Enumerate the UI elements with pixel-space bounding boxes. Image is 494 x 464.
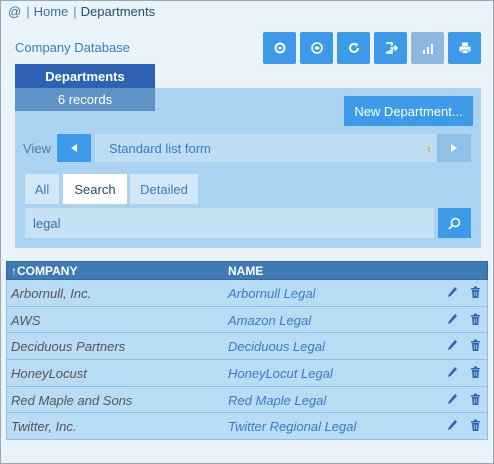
- table-row[interactable]: HoneyLocust HoneyLocut Legal: [6, 360, 488, 387]
- search-button[interactable]: [438, 208, 471, 238]
- breadcrumb-current: Departments: [80, 4, 156, 19]
- company-cell: Deciduous Partners: [11, 339, 126, 355]
- home-link-icon[interactable]: @: [8, 4, 21, 19]
- search-input[interactable]: [25, 208, 434, 238]
- sync-icon: [310, 42, 323, 54]
- trash-icon[interactable]: [470, 366, 481, 382]
- breadcrumb-separator: |: [26, 4, 30, 19]
- print-button[interactable]: [448, 32, 481, 64]
- new-department-button[interactable]: New Department...: [344, 96, 473, 126]
- database-title: Company Database: [15, 40, 130, 55]
- view-select[interactable]: Standard list form ‹: [95, 134, 437, 162]
- name-link[interactable]: Twitter Regional Legal: [228, 419, 356, 434]
- name-link[interactable]: Deciduous Legal: [228, 339, 325, 354]
- departments-table: ↑COMPANY NAME Arbornull, Inc. Arbornull L…: [6, 261, 488, 441]
- name-link[interactable]: Red Maple Legal: [228, 393, 326, 408]
- name-link[interactable]: HoneyLocut Legal: [228, 366, 333, 381]
- trash-icon[interactable]: [470, 393, 481, 409]
- table-header: ↑COMPANY NAME: [6, 261, 488, 280]
- view-prev-button[interactable]: [57, 134, 91, 162]
- chart-button[interactable]: [411, 32, 444, 64]
- name-link[interactable]: Amazon Legal: [228, 313, 311, 328]
- pencil-icon[interactable]: [447, 366, 458, 382]
- pencil-icon[interactable]: [447, 393, 458, 409]
- table-row[interactable]: Twitter, Inc. Twitter Regional Legal: [6, 413, 488, 441]
- sync-button[interactable]: [300, 32, 333, 64]
- trash-icon[interactable]: [470, 339, 481, 355]
- table-row[interactable]: Deciduous Partners Deciduous Legal: [6, 333, 488, 361]
- tab-detailed[interactable]: Detailed: [130, 174, 198, 204]
- trash-icon[interactable]: [470, 313, 481, 329]
- search-icon: [448, 217, 461, 230]
- trash-icon[interactable]: [470, 286, 481, 302]
- chart-icon: [422, 44, 433, 54]
- app-frame: @ | Home | Departments Company Database Depa…: [0, 0, 494, 464]
- breadcrumb-separator: |: [73, 4, 77, 19]
- company-cell: HoneyLocust: [11, 366, 87, 382]
- records-count: 6 records: [15, 88, 155, 111]
- column-header-company[interactable]: ↑COMPANY: [11, 264, 77, 278]
- home-link[interactable]: Home: [34, 4, 69, 19]
- refresh-button[interactable]: [337, 32, 370, 64]
- name-link[interactable]: Arbornull Legal: [228, 286, 315, 301]
- tab-all[interactable]: All: [25, 174, 59, 204]
- view-next-button[interactable]: [437, 134, 471, 162]
- tab-search[interactable]: Search: [63, 174, 127, 204]
- table-row[interactable]: Arbornull, Inc. Arbornull Legal: [6, 280, 488, 307]
- company-cell: AWS: [11, 312, 41, 328]
- triangle-left-icon: [71, 144, 77, 152]
- refresh-icon: [348, 42, 359, 53]
- table-row[interactable]: Red Maple and Sons Red Maple Legal: [6, 386, 488, 414]
- company-cell: Twitter, Inc.: [11, 419, 77, 435]
- trash-icon[interactable]: [470, 419, 481, 435]
- view-label: View: [23, 141, 51, 156]
- settings-button[interactable]: [263, 32, 296, 64]
- toolbar: [263, 32, 485, 64]
- gear-icon: [274, 42, 285, 54]
- exit-button[interactable]: [374, 32, 407, 64]
- chevron-left-icon: ‹: [426, 140, 431, 156]
- column-header-name[interactable]: NAME: [228, 264, 263, 278]
- exit-icon: [385, 42, 398, 54]
- view-selected-value: Standard list form: [109, 140, 211, 156]
- departments-tab[interactable]: Departments: [15, 64, 155, 88]
- company-cell: Arbornull, Inc.: [11, 286, 92, 301]
- triangle-right-icon: [451, 144, 457, 152]
- pencil-icon[interactable]: [447, 286, 458, 302]
- pencil-icon[interactable]: [447, 419, 458, 435]
- print-icon: [459, 42, 470, 54]
- company-cell: Red Maple and Sons: [11, 392, 133, 408]
- pencil-icon[interactable]: [447, 313, 458, 329]
- pencil-icon[interactable]: [447, 339, 458, 355]
- table-row[interactable]: AWS Amazon Legal: [6, 306, 488, 334]
- breadcrumb: @ | Home | Departments: [8, 4, 158, 19]
